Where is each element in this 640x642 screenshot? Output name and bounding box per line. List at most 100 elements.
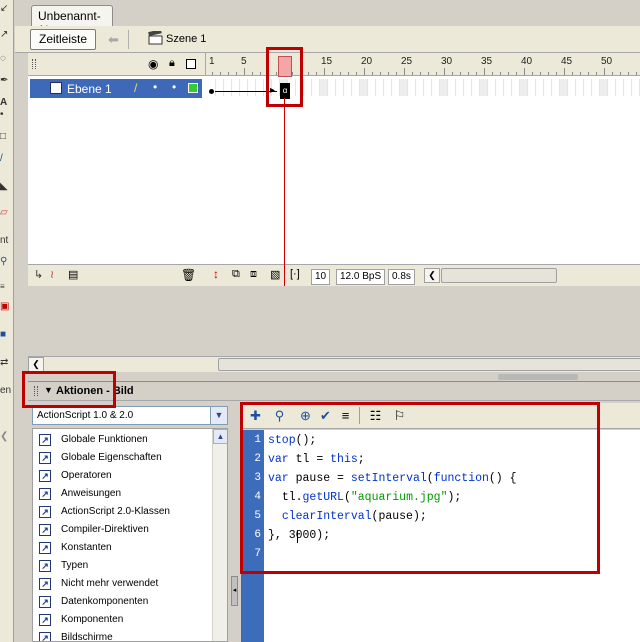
frame-cell[interactable] — [520, 79, 528, 96]
actions-panel-header[interactable]: ▼ Aktionen - Bild — [28, 382, 640, 401]
frame-cell[interactable] — [400, 79, 408, 96]
edit-multiple-icon[interactable]: ▧ — [270, 268, 280, 281]
frame-cell[interactable] — [392, 79, 400, 96]
layer-row-ebene-1[interactable]: Ebene 1 / • • — [30, 79, 202, 98]
toolbox-category-item[interactable]: ↗ Globale Funktionen — [36, 431, 211, 449]
add-folder-icon[interactable]: ▤ — [68, 268, 78, 281]
frame-cell[interactable] — [216, 79, 224, 96]
dot-tool-icon[interactable]: • — [0, 108, 13, 122]
pen-tool-icon[interactable]: ✒ — [0, 74, 13, 88]
collapse-toolbox-icon[interactable]: ◂ — [231, 576, 238, 606]
lock-dot-icon[interactable]: • — [172, 80, 176, 94]
frame-cell[interactable] — [432, 79, 440, 96]
toolbox-category-item[interactable]: ↗ Komponenten — [36, 611, 211, 629]
toolbox-category-item[interactable]: ↗ Nicht mehr verwendet — [36, 575, 211, 593]
frame-cell[interactable] — [512, 79, 520, 96]
frame-cell[interactable] — [328, 79, 336, 96]
frame-cell[interactable] — [440, 79, 448, 96]
frame-cell[interactable] — [384, 79, 392, 96]
frame-cell[interactable] — [344, 79, 352, 96]
frame-cell[interactable] — [488, 79, 496, 96]
stage-horizontal-scrollbar[interactable]: ❮ — [28, 356, 640, 372]
toolbox-category-item[interactable]: ↗ Anweisungen — [36, 485, 211, 503]
frame-cell[interactable] — [312, 79, 320, 96]
panel-divider[interactable] — [28, 372, 640, 382]
stage-area[interactable] — [28, 286, 640, 356]
document-tab[interactable]: Unbenannt-1* — [31, 5, 113, 37]
rectangle-tool-icon[interactable]: □ — [0, 130, 13, 144]
frame-cell[interactable] — [408, 79, 416, 96]
onion-outlines-icon[interactable]: ⧈ — [250, 268, 257, 281]
toolbox-category-item[interactable]: ↗ Konstanten — [36, 539, 211, 557]
selection-tool-icon[interactable]: ↙ — [0, 2, 13, 16]
toolbox-scrollbar[interactable]: ▲ — [212, 429, 227, 641]
scroll-up-arrow-icon[interactable]: ▲ — [213, 429, 227, 444]
keyframe-dot-icon[interactable] — [209, 89, 214, 94]
frame-cell[interactable] — [496, 79, 504, 96]
eraser-tool-icon[interactable]: ▱ — [0, 206, 13, 220]
frame-cell[interactable] — [600, 79, 608, 96]
toolbox-category-item[interactable]: ↗ Typen — [36, 557, 211, 575]
add-guide-icon[interactable]: ≀ — [50, 268, 54, 281]
visibility-dot-icon[interactable]: • — [153, 80, 157, 94]
frame-cell[interactable] — [568, 79, 576, 96]
zoom-tool-icon[interactable]: ⚲ — [0, 255, 13, 269]
frame-cell[interactable] — [592, 79, 600, 96]
frame-cell[interactable] — [464, 79, 472, 96]
swap-colors-icon[interactable]: ⇄ — [0, 356, 13, 370]
outline-icon[interactable] — [186, 59, 196, 69]
frame-cell[interactable] — [616, 79, 624, 96]
onion-markers-icon[interactable]: [·] — [290, 268, 300, 280]
frame-cell[interactable] — [416, 79, 424, 96]
frame-cell[interactable] — [232, 79, 240, 96]
toolbox-splitter[interactable]: ◂ — [230, 403, 239, 642]
onion-skin-icon[interactable]: ⧉ — [232, 268, 240, 281]
frame-cell[interactable] — [424, 79, 432, 96]
paint-bucket-tool-icon[interactable]: ◣ — [0, 180, 13, 194]
frame-cell[interactable] — [368, 79, 376, 96]
frame-cell[interactable] — [552, 79, 560, 96]
actionscript-version-select[interactable]: ActionScript 1.0 & 2.0 ▼ — [32, 406, 228, 425]
frame-cell[interactable] — [456, 79, 464, 96]
toolbox-category-item[interactable]: ↗ ActionScript 2.0-Klassen — [36, 503, 211, 521]
frame-cell[interactable] — [624, 79, 632, 96]
frame-cell[interactable] — [560, 79, 568, 96]
toolbox-category-item[interactable]: ↗ Datenkomponenten — [36, 593, 211, 611]
divider-grip[interactable] — [498, 374, 578, 380]
frame-cell[interactable] — [320, 79, 328, 96]
panel-grip-icon[interactable] — [32, 59, 36, 69]
frame-cell[interactable] — [472, 79, 480, 96]
eye-icon[interactable]: ◉ — [148, 57, 158, 71]
toolbox-category-item[interactable]: ↗ Globale Eigenschaften — [36, 449, 211, 467]
frame-cell[interactable] — [376, 79, 384, 96]
toolbox-category-item[interactable]: ↗ Compiler-Direktiven — [36, 521, 211, 539]
fill-color-icon[interactable]: ■ — [0, 328, 13, 342]
center-frame-icon[interactable]: ↕ — [213, 267, 219, 281]
frame-cell[interactable] — [528, 79, 536, 96]
collapse-arrow-icon[interactable]: ❮ — [0, 430, 13, 444]
layer-name[interactable]: Ebene 1 — [67, 82, 112, 96]
scroll-left-button[interactable]: ❮ — [424, 268, 440, 283]
timeline-toggle-button[interactable]: Zeitleiste — [30, 29, 96, 50]
frame-cell[interactable] — [504, 79, 512, 96]
frame-cell[interactable] — [240, 79, 248, 96]
dropdown-arrow-icon[interactable]: ▼ — [210, 407, 227, 424]
frame-cell[interactable] — [480, 79, 488, 96]
scene-label[interactable]: Szene 1 — [166, 33, 206, 45]
lock-icon[interactable]: 🔒︎ — [169, 57, 175, 70]
frame-cell[interactable] — [360, 79, 368, 96]
toolbox-category-item[interactable]: ↗ Bildschirme — [36, 629, 211, 641]
layer-color-icon[interactable] — [188, 83, 198, 93]
frame-cell[interactable] — [336, 79, 344, 96]
frame-cell[interactable] — [632, 79, 640, 96]
frame-cell[interactable] — [448, 79, 456, 96]
timeline-scroll-thumb[interactable] — [441, 268, 557, 283]
add-layer-icon[interactable]: ↳ — [34, 268, 43, 281]
stroke-color-icon[interactable]: ▣ — [0, 300, 13, 314]
frame-cell[interactable] — [256, 79, 264, 96]
frame-cell[interactable] — [608, 79, 616, 96]
frame-cell[interactable] — [352, 79, 360, 96]
frame-rate-field[interactable]: 12.0 BpS — [336, 269, 386, 285]
frame-cell[interactable] — [536, 79, 544, 96]
frame-cell[interactable] — [248, 79, 256, 96]
